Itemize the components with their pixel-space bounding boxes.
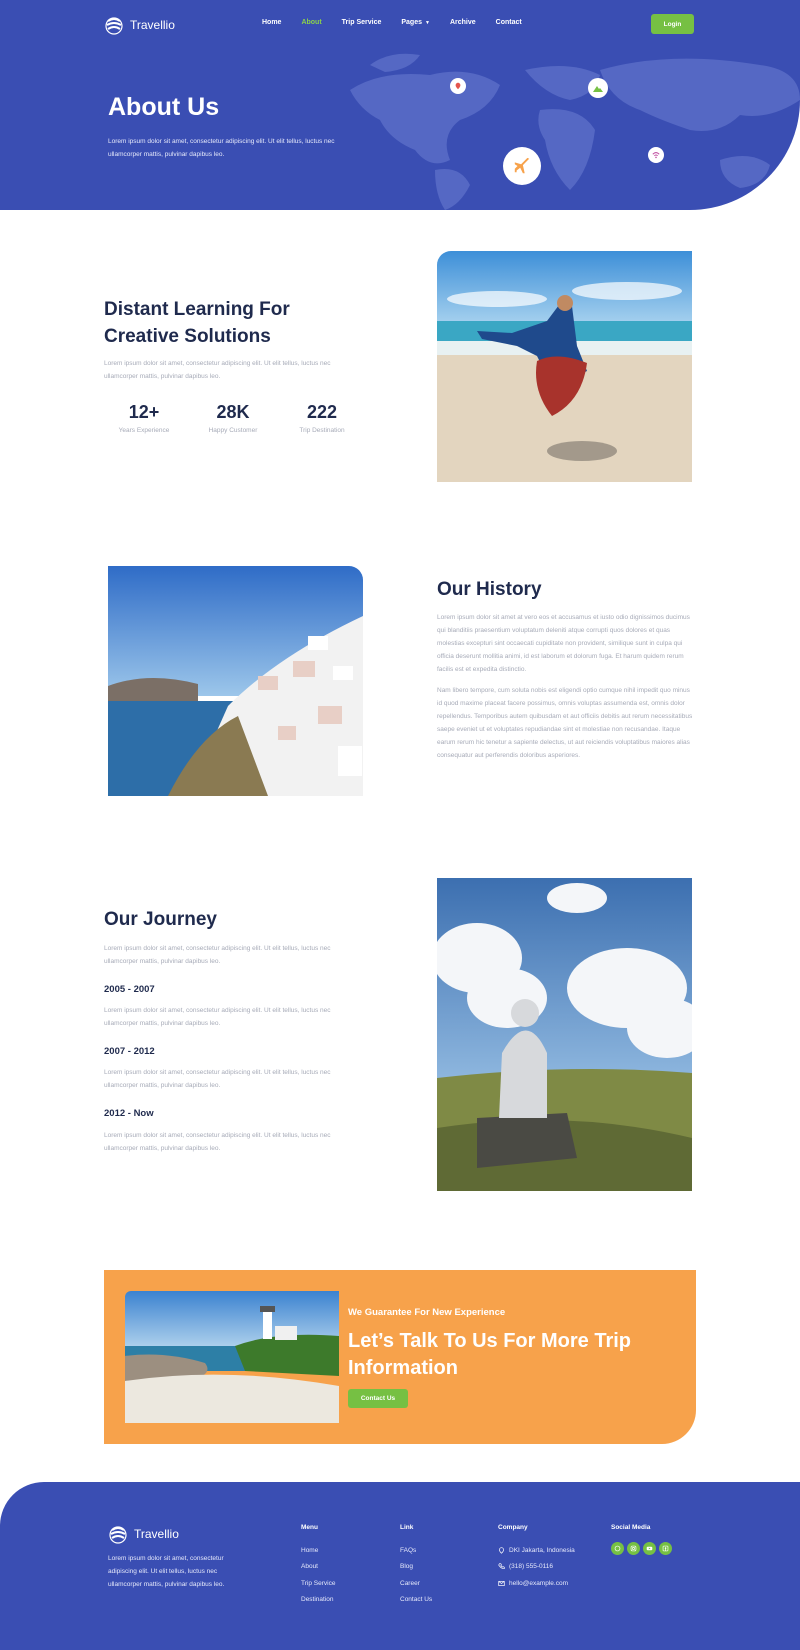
location-pin-icon bbox=[450, 78, 466, 94]
facebook-icon[interactable] bbox=[659, 1542, 672, 1555]
nav-home[interactable]: Home bbox=[262, 19, 281, 26]
footer-menu-column: Menu Home About Trip Service Destination bbox=[301, 1524, 335, 1608]
world-map-graphic bbox=[350, 53, 800, 210]
phone-icon bbox=[498, 1563, 505, 1570]
footer-company-heading: Company bbox=[498, 1524, 528, 1531]
main-menu: Home About Trip Service Pages ▼ Archive C… bbox=[262, 19, 522, 26]
footer-social-column: Social Media bbox=[611, 1524, 672, 1555]
footer-link-career[interactable]: Career bbox=[400, 1575, 432, 1592]
login-button[interactable]: Login bbox=[651, 14, 694, 34]
footer-brand-logo[interactable]: Travellio bbox=[108, 1524, 179, 1544]
footer-email[interactable]: hello@example.com bbox=[498, 1575, 575, 1592]
brand-logo[interactable]: Travellio bbox=[104, 15, 175, 35]
footer-description: Lorem ipsum dolor sit amet, consectetur … bbox=[108, 1555, 225, 1588]
journey-heading: Our Journey bbox=[104, 909, 217, 930]
stat-customers: 28K Happy Customer bbox=[193, 402, 273, 434]
nav-pages[interactable]: Pages ▼ bbox=[401, 19, 430, 26]
footer-address-text: DKI Jakarta, Indonesia bbox=[509, 1546, 575, 1554]
journey-period-text: Lorem ipsum dolor sit amet, consectetur … bbox=[104, 1132, 331, 1152]
learning-heading-line1: Distant Learning For bbox=[104, 299, 290, 320]
journey-period-text: Lorem ipsum dolor sit amet, consectetur … bbox=[104, 1069, 331, 1089]
journey-period-text: Lorem ipsum dolor sit amet, consectetur … bbox=[104, 1007, 331, 1027]
stat-label: Happy Customer bbox=[208, 427, 258, 434]
chevron-down-icon: ▼ bbox=[425, 20, 430, 26]
footer-address: DKI Jakarta, Indonesia bbox=[498, 1542, 575, 1559]
location-pin-icon bbox=[499, 1547, 504, 1554]
footer-link-trip-service[interactable]: Trip Service bbox=[301, 1575, 335, 1592]
journey-period-label: 2012 - Now bbox=[104, 1108, 154, 1119]
history-heading: Our History bbox=[437, 579, 542, 600]
globe-logo-icon bbox=[109, 1526, 127, 1544]
page-title: About Us bbox=[108, 93, 220, 121]
hiker-clouds-photo bbox=[437, 878, 692, 1191]
footer-link-heading: Link bbox=[400, 1524, 414, 1531]
stat-label: Trip Destination bbox=[299, 427, 345, 434]
youtube-icon[interactable] bbox=[643, 1542, 656, 1555]
learning-heading-line2: Creative Solutions bbox=[104, 326, 271, 347]
nav-contact[interactable]: Contact bbox=[496, 19, 522, 26]
wifi-icon bbox=[648, 147, 664, 163]
nav-archive[interactable]: Archive bbox=[450, 19, 476, 26]
cta-title-line1: Let’s Talk To Us For More Trip bbox=[348, 1330, 631, 1352]
footer-social-heading: Social Media bbox=[611, 1524, 651, 1531]
footer-link-column: Link FAQs Blog Career Contact Us bbox=[400, 1524, 432, 1608]
footer: Travellio Lorem ipsum dolor sit amet, co… bbox=[0, 1482, 800, 1650]
brand-name: Travellio bbox=[134, 1527, 179, 1541]
footer-link-destination[interactable]: Destination bbox=[301, 1592, 335, 1609]
footer-link-blog[interactable]: Blog bbox=[400, 1559, 432, 1576]
stat-label: Years Experience bbox=[118, 427, 170, 434]
nav-pages-label: Pages bbox=[401, 19, 422, 26]
footer-company-column: Company DKI Jakarta, Indonesia (318) 555… bbox=[498, 1524, 575, 1592]
footer-email-text: hello@example.com bbox=[509, 1579, 568, 1587]
globe-logo-icon bbox=[105, 17, 123, 35]
mountain-icon bbox=[588, 78, 608, 98]
hero-description: Lorem ipsum dolor sit amet, consectetur … bbox=[108, 138, 335, 158]
stat-years: 12+ Years Experience bbox=[104, 402, 184, 434]
footer-phone[interactable]: (318) 555-0116 bbox=[498, 1559, 575, 1576]
contact-us-button[interactable]: Contact Us bbox=[348, 1389, 408, 1408]
history-paragraph-2: Nam libero tempore, cum soluta nobis est… bbox=[437, 687, 693, 759]
stat-value: 28K bbox=[216, 402, 250, 422]
footer-link-home[interactable]: Home bbox=[301, 1542, 335, 1559]
cta-kicker: We Guarantee For New Experience bbox=[348, 1307, 506, 1318]
footer-link-faqs[interactable]: FAQs bbox=[400, 1542, 432, 1559]
hero-section: Travellio Home About Trip Service Pages ▼… bbox=[0, 0, 800, 210]
stat-destinations: 222 Trip Destination bbox=[282, 402, 362, 434]
santorini-photo bbox=[108, 566, 363, 796]
stat-value: 222 bbox=[306, 402, 338, 422]
footer-phone-text: (318) 555-0116 bbox=[509, 1563, 553, 1571]
instagram-icon[interactable] bbox=[627, 1542, 640, 1555]
footer-link-about[interactable]: About bbox=[301, 1559, 335, 1576]
top-navigation: Travellio Home About Trip Service Pages ▼… bbox=[0, 0, 800, 48]
journey-description: Lorem ipsum dolor sit amet, consectetur … bbox=[104, 945, 331, 965]
history-paragraph-1: Lorem ipsum dolor sit amet at vero eos e… bbox=[437, 614, 690, 673]
footer-link-contact-us[interactable]: Contact Us bbox=[400, 1592, 432, 1609]
mail-icon bbox=[498, 1580, 505, 1586]
lighthouse-coast-photo bbox=[125, 1291, 339, 1423]
cta-title: Let’s Talk To Us For More Trip Informati… bbox=[348, 1328, 668, 1382]
dribbble-icon[interactable] bbox=[611, 1542, 624, 1555]
stat-value: 12+ bbox=[128, 402, 160, 422]
brand-name: Travellio bbox=[130, 18, 175, 32]
airplane-icon bbox=[503, 147, 541, 185]
cta-title-line2: Information bbox=[348, 1357, 458, 1379]
learning-heading: Distant Learning For Creative Solutions bbox=[104, 296, 290, 350]
nav-trip-service[interactable]: Trip Service bbox=[342, 19, 382, 26]
journey-period-label: 2007 - 2012 bbox=[104, 1046, 155, 1057]
social-links bbox=[611, 1542, 672, 1555]
footer-menu-heading: Menu bbox=[301, 1524, 318, 1531]
learning-description: Lorem ipsum dolor sit amet, consectetur … bbox=[104, 360, 331, 380]
cta-banner: We Guarantee For New Experience Let’s Ta… bbox=[104, 1270, 696, 1444]
beach-jump-photo bbox=[437, 251, 692, 482]
nav-about[interactable]: About bbox=[301, 19, 321, 26]
journey-period-label: 2005 - 2007 bbox=[104, 984, 155, 995]
